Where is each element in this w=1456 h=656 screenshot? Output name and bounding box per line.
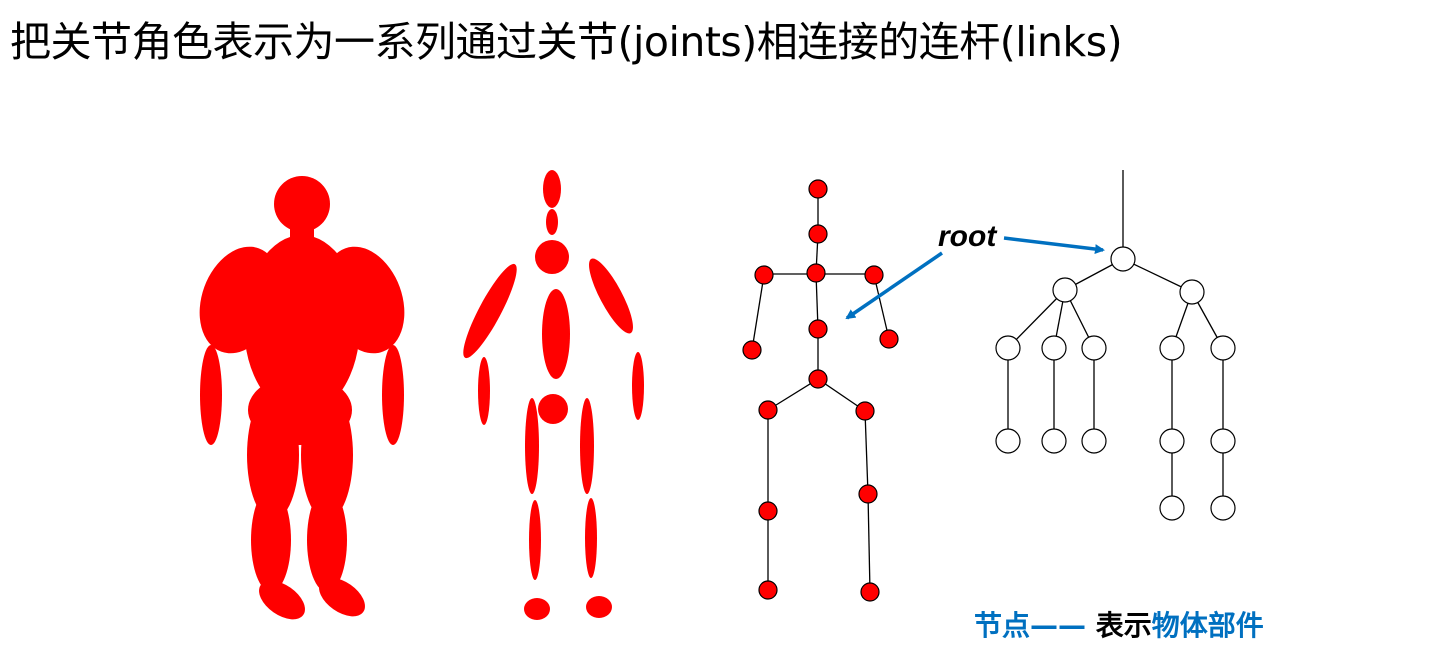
caption: 节点—— 表示物体部件 <box>974 604 1264 644</box>
tree-node <box>1210 495 1236 521</box>
joint-hand-right <box>879 329 899 349</box>
caption-represents: 表示 <box>1095 609 1152 642</box>
joint-hip-right <box>855 401 875 421</box>
segment-thigh-left <box>525 398 539 494</box>
caption-node: 节点 <box>974 609 1031 642</box>
joint-skeleton-figure <box>742 179 899 602</box>
segment-upper-arm-right <box>589 258 633 334</box>
joint-neck <box>808 224 828 244</box>
tree-node <box>1081 428 1107 454</box>
root-label: root <box>938 220 998 253</box>
tree-node <box>1041 428 1067 454</box>
solid-body-figure <box>199 176 405 620</box>
tree-nodes <box>995 246 1236 521</box>
segment-thigh-right <box>580 398 594 494</box>
joint-knee-left <box>758 501 778 521</box>
joint-hand-left <box>742 340 762 360</box>
segment-foot-left <box>524 598 550 620</box>
joint-hip-left <box>758 400 778 420</box>
figures-canvas: root <box>199 170 1236 620</box>
tree-node <box>1081 335 1107 361</box>
root-arrow-to-tree <box>1003 236 1105 255</box>
tree-node <box>1159 335 1185 361</box>
skeleton-joints <box>742 179 899 602</box>
tree-node <box>1041 335 1067 361</box>
segment-neck <box>546 209 558 235</box>
segment-abdomen <box>542 289 570 379</box>
segment-chest <box>535 240 569 274</box>
caption-dash: —— <box>1030 609 1096 642</box>
joint-pelvis <box>808 369 828 389</box>
caption-object-part: 物体部件 <box>1151 609 1264 642</box>
tree-node-root <box>1110 246 1136 272</box>
segment-head <box>543 170 561 208</box>
joint-knee-right <box>858 484 878 504</box>
joint-shoulder-right <box>864 265 884 285</box>
segment-forearm-left <box>478 357 490 425</box>
joint-foot-right <box>860 582 880 602</box>
joint-foot-left <box>758 580 778 600</box>
silhouette-shin-left <box>251 488 291 592</box>
tree-node <box>1052 277 1078 303</box>
tree-node <box>1210 428 1236 454</box>
tree-node <box>1210 335 1236 361</box>
tree-node <box>995 428 1021 454</box>
segment-shin-right <box>585 498 597 578</box>
slide: 把关节角色表示为一系列通过关节(joints)相连接的连杆(links) roo… <box>0 0 1456 656</box>
segment-upper-arm-left <box>463 263 517 359</box>
segment-forearm-right <box>632 352 644 420</box>
skeleton-bones <box>751 189 890 593</box>
joint-hierarchy-tree <box>995 170 1236 521</box>
joint-head <box>808 179 828 199</box>
tree-node <box>1179 279 1205 305</box>
silhouette-shin-right <box>307 488 347 592</box>
joint-shoulder-left <box>754 265 774 285</box>
silhouette-arm-right <box>382 345 404 445</box>
tree-node <box>1159 428 1185 454</box>
segment-shin-left <box>529 500 541 580</box>
silhouette-head <box>274 176 330 232</box>
segment-foot-right <box>586 596 612 618</box>
tree-node <box>995 335 1021 361</box>
segment-pelvis <box>538 394 568 424</box>
tree-edges <box>1007 170 1224 508</box>
silhouette-arm-left <box>200 345 222 445</box>
joint-spine <box>808 319 828 339</box>
joint-shoulder-center <box>806 263 826 283</box>
tree-node <box>1159 495 1185 521</box>
root-arrow-to-skeleton <box>845 251 943 320</box>
segmented-body-figure <box>463 170 644 620</box>
